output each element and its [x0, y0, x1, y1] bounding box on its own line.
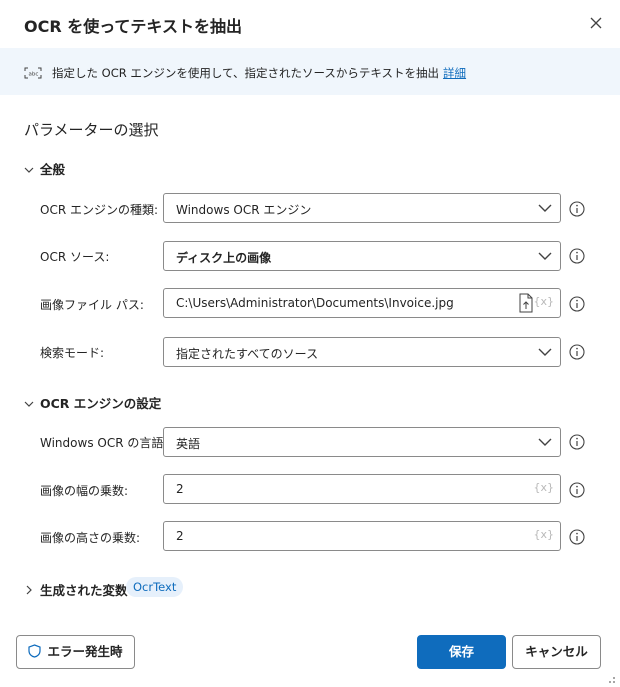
on-error-button[interactable]: エラー発生時	[16, 635, 135, 669]
dialog-title: OCR を使ってテキストを抽出	[24, 17, 242, 36]
chevron-down-icon	[24, 401, 34, 407]
search-mode-label: 検索モード:	[40, 346, 105, 360]
close-icon[interactable]	[586, 13, 606, 33]
chevron-down-icon	[538, 348, 552, 356]
section-variables-toggle[interactable]: 生成された変数	[24, 580, 128, 599]
cancel-button[interactable]: キャンセル	[512, 635, 601, 669]
image-path-input[interactable]: C:\Users\Administrator\Documents\Invoice…	[163, 288, 561, 318]
width-multiplier-label: 画像の幅の乗数:	[40, 484, 129, 498]
section-engine-settings-toggle[interactable]: OCR エンジンの設定	[24, 393, 161, 412]
image-path-label: 画像ファイル パス:	[40, 298, 144, 312]
engine-type-label: OCR エンジンの種類:	[40, 203, 159, 217]
chevron-right-icon	[26, 585, 32, 595]
info-icon[interactable]	[569, 482, 585, 498]
chevron-down-icon	[538, 204, 552, 212]
variable-icon[interactable]: {x}	[533, 481, 554, 494]
info-icon[interactable]	[569, 248, 585, 264]
variable-icon[interactable]: {x}	[533, 528, 554, 541]
ocr-source-value: ディスク上の画像	[176, 251, 272, 265]
image-path-value: C:\Users\Administrator\Documents\Invoice…	[176, 296, 454, 310]
details-link[interactable]: 詳細	[443, 66, 466, 80]
chevron-down-icon	[24, 167, 34, 173]
params-heading: パラメーターの選択	[24, 121, 159, 139]
search-mode-dropdown[interactable]: 指定されたすべてのソース	[163, 337, 561, 367]
width-multiplier-input[interactable]: 2 {x}	[163, 474, 561, 504]
info-description: 指定した OCR エンジンを使用して、指定されたソースからテキストを抽出	[52, 66, 440, 80]
language-label: Windows OCR の言語:	[40, 436, 168, 450]
shield-icon	[28, 644, 42, 658]
variable-tag[interactable]: OcrText	[126, 577, 184, 597]
search-mode-value: 指定されたすべてのソース	[176, 347, 319, 361]
on-error-label: エラー発生時	[47, 644, 123, 659]
variable-icon[interactable]: {x}	[533, 295, 554, 308]
height-multiplier-label: 画像の高さの乗数:	[40, 531, 141, 545]
chevron-down-icon	[538, 438, 552, 446]
section-engine-settings-label: OCR エンジンの設定	[40, 396, 162, 411]
chevron-down-icon	[538, 252, 552, 260]
save-button[interactable]: 保存	[417, 635, 506, 669]
info-icon[interactable]	[569, 201, 585, 217]
info-icon[interactable]	[569, 434, 585, 450]
section-general-toggle[interactable]: 全般	[24, 159, 65, 178]
engine-type-value: Windows OCR エンジン	[176, 203, 312, 217]
section-general-label: 全般	[40, 162, 66, 177]
info-icon[interactable]	[569, 296, 585, 312]
info-text: 指定した OCR エンジンを使用して、指定されたソースからテキストを抽出 詳細	[52, 65, 466, 81]
width-multiplier-value: 2	[176, 482, 184, 496]
ocr-source-dropdown[interactable]: ディスク上の画像	[163, 241, 561, 271]
text-scan-icon: abc	[24, 67, 42, 79]
language-value: 英語	[176, 437, 201, 451]
resize-grip-icon[interactable]	[604, 672, 616, 684]
language-dropdown[interactable]: 英語	[163, 427, 561, 457]
engine-type-dropdown[interactable]: Windows OCR エンジン	[163, 193, 561, 223]
file-upload-icon[interactable]	[518, 293, 534, 313]
section-variables-label: 生成された変数	[40, 583, 128, 598]
height-multiplier-value: 2	[176, 529, 184, 543]
info-icon[interactable]	[569, 344, 585, 360]
ocr-source-label: OCR ソース:	[40, 250, 110, 264]
svg-text:abc: abc	[29, 72, 39, 78]
info-icon[interactable]	[569, 529, 585, 545]
height-multiplier-input[interactable]: 2 {x}	[163, 521, 561, 551]
